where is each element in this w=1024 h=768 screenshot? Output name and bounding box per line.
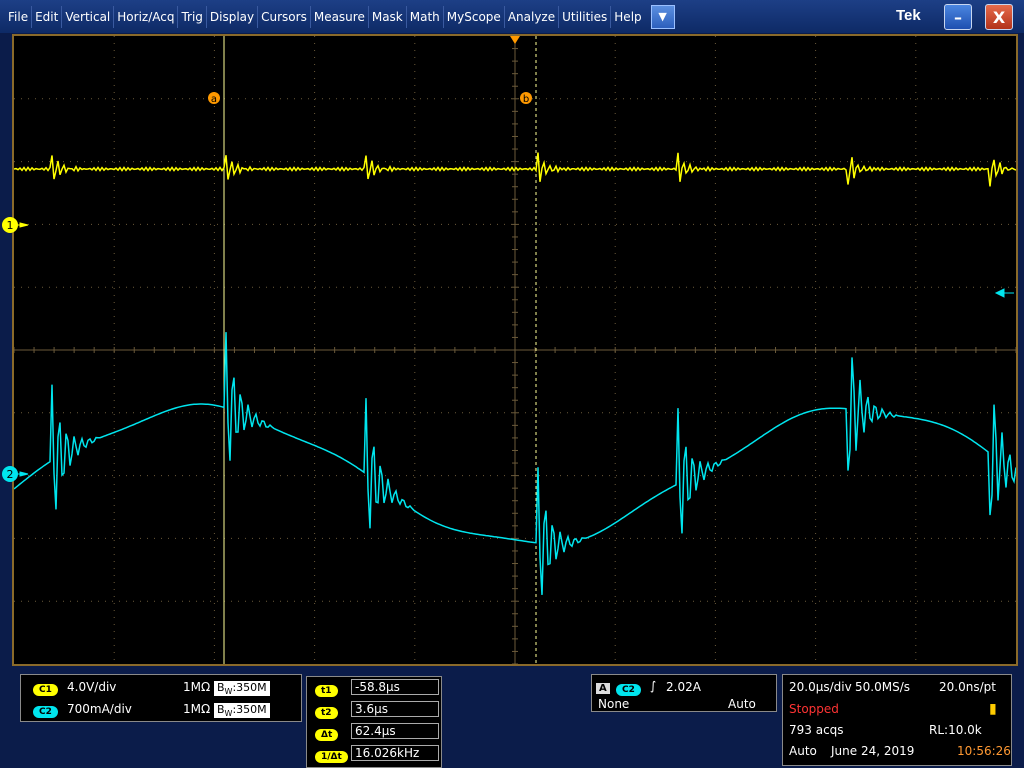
close-button[interactable]: X <box>985 4 1013 30</box>
trigger-coupling: None <box>598 697 630 711</box>
trigger-mode-letter: A <box>596 683 610 694</box>
record-length: RL:10.0k <box>929 723 982 737</box>
cursor-delta-badge: Δt <box>315 729 339 741</box>
trigger-position-icon <box>510 36 520 44</box>
menu-math[interactable]: Math <box>405 5 443 28</box>
thermometer-icon: ▮ <box>989 701 997 717</box>
ch1-impedance: 1MΩ <box>183 680 211 694</box>
trigger-level-arrow-icon <box>994 288 1014 298</box>
ch1-bandwidth: BW:350M <box>214 680 270 697</box>
cursor-delta-value: 62.4µs <box>351 723 439 739</box>
cursor-freq-badge: 1/Δt <box>315 751 348 763</box>
minimize-icon: – <box>954 7 962 27</box>
ch2-impedance: 1MΩ <box>183 702 211 716</box>
triangle-down-icon: ▼ <box>658 10 667 23</box>
acq-count: 793 acqs <box>789 723 844 737</box>
menu-edit[interactable]: Edit <box>31 5 61 28</box>
ch1-arrow-icon <box>18 222 29 228</box>
menu-measure[interactable]: Measure <box>309 5 368 28</box>
horiz-scale: 20.0µs/div <box>789 680 852 694</box>
menu-display[interactable]: Display <box>205 5 257 28</box>
brand-logo: Tek <box>896 7 921 24</box>
ch1-badge[interactable]: C1 <box>33 684 58 696</box>
run-mode: Auto <box>789 744 817 758</box>
ch1-marker-label: 1 <box>7 219 14 232</box>
ch2-scale[interactable]: 700mA/div <box>67 702 132 716</box>
ch1-scale[interactable]: 4.0V/div <box>67 680 116 694</box>
cursor-t1-value: -58.8µs <box>351 679 439 695</box>
ch2-bandwidth: BW:350M <box>214 702 270 719</box>
menu-horiz-acq[interactable]: Horiz/Acq <box>113 5 177 28</box>
menu-vertical[interactable]: Vertical <box>61 5 113 28</box>
cursor-a-label: a <box>211 94 217 105</box>
menu-dropdown-button[interactable]: ▼ <box>650 4 675 29</box>
trigger-panel[interactable]: A C2 ∫ 2.02A None Auto <box>591 674 777 712</box>
menu-trig[interactable]: Trig <box>177 5 205 28</box>
ch2-marker[interactable]: 2 <box>0 463 34 487</box>
ch2-bw-prefix: B <box>217 703 225 716</box>
ch2-marker-label: 2 <box>7 468 14 481</box>
ch2-badge[interactable]: C2 <box>33 706 58 718</box>
channel-readout-panel: C1 4.0V/div 1MΩ BW:350M C2 700mA/div 1MΩ… <box>20 674 302 722</box>
ch1-bw-prefix: B <box>217 681 225 694</box>
graticule: ab <box>14 36 1016 664</box>
menu-cursors[interactable]: Cursors <box>257 5 310 28</box>
cursor-b-label: b <box>523 94 529 105</box>
acq-time: 10:56:26 <box>957 744 1011 758</box>
minimize-button[interactable]: – <box>944 4 972 30</box>
menu-analyze[interactable]: Analyze <box>503 5 558 28</box>
cursor-t2-value: 3.6µs <box>351 701 439 717</box>
close-icon: X <box>992 7 1006 27</box>
trigger-level: 2.02A <box>666 680 701 694</box>
menu-help[interactable]: Help <box>610 5 644 28</box>
ch2-arrow-icon <box>18 471 29 477</box>
sample-rate: 50.0MS/s <box>855 680 910 694</box>
ch2-bw-value: :350M <box>232 703 267 716</box>
ch1-bw-value: :350M <box>232 681 267 694</box>
menu-file[interactable]: File <box>0 6 31 28</box>
menu-bar: File Edit Vertical Horiz/Acq Trig Displa… <box>0 0 1024 33</box>
trigger-run-mode: Auto <box>728 697 756 711</box>
ch1-marker[interactable]: 1 <box>0 214 34 238</box>
menu-mask[interactable]: Mask <box>367 5 406 28</box>
resolution: 20.0ns/pt <box>939 680 996 694</box>
cursor-t2-badge: t2 <box>315 707 338 719</box>
cursor-readout-panel[interactable]: t1 -58.8µs t2 3.6µs Δt 62.4µs 1/Δt 16.02… <box>306 676 442 768</box>
trigger-slope-icon: ∫ <box>650 679 657 693</box>
cursor-freq-value: 16.026kHz <box>351 745 439 761</box>
trigger-source-badge: C2 <box>616 684 641 696</box>
menu-utilities[interactable]: Utilities <box>558 5 610 28</box>
waveform-display[interactable]: ab <box>12 34 1018 666</box>
cursor-t1-badge: t1 <box>315 685 338 697</box>
acq-state: Stopped <box>789 702 839 716</box>
acq-date: June 24, 2019 <box>831 744 915 758</box>
menu-myscope[interactable]: MyScope <box>442 5 504 28</box>
acquisition-panel[interactable]: 20.0µs/div 50.0MS/s 20.0ns/pt Stopped ▮ … <box>782 674 1012 766</box>
